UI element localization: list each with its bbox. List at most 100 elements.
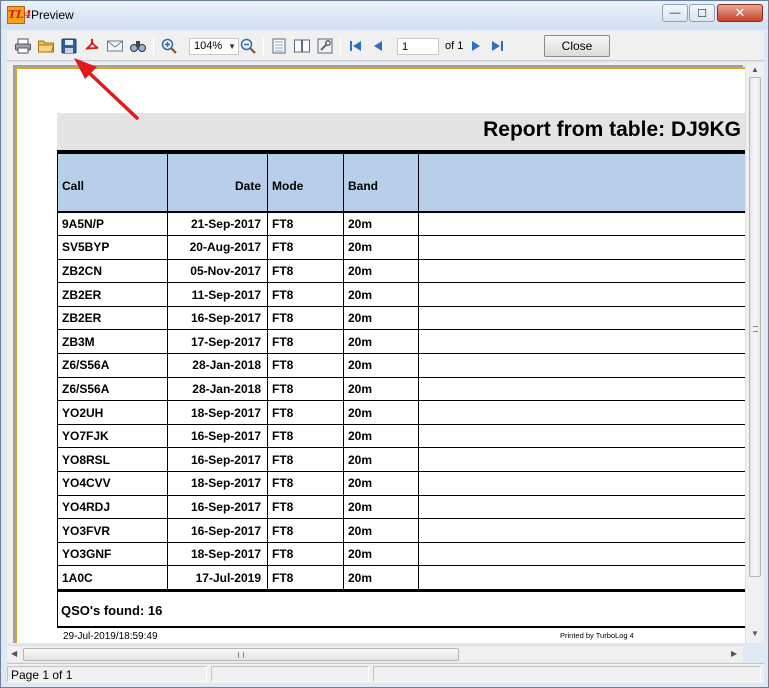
cell-mode: FT8 [267, 353, 344, 378]
last-page-icon[interactable] [487, 36, 507, 56]
cell-empty [418, 495, 747, 520]
horizontal-scrollbar[interactable]: ◀ ▶ [7, 645, 743, 662]
zoom-out-icon[interactable] [238, 36, 258, 56]
cell-band: 20m [343, 447, 419, 473]
horizontal-scroll-thumb[interactable] [23, 648, 459, 661]
cell-mode: FT8 [267, 235, 344, 260]
cell-band: 20m [343, 282, 419, 307]
cell-call: YO4RDJ [57, 495, 168, 520]
table-row: Z6/S56A 28-Jan-2018 FT8 20m [57, 377, 747, 402]
title-bar[interactable]: TL4 Preview — ☐ ✕ [1, 1, 768, 29]
toolbar-separator [263, 37, 264, 55]
zoom-in-icon[interactable] [159, 36, 179, 56]
status-cell-page: Page 1 of 1 [7, 666, 207, 682]
scroll-left-icon[interactable]: ◀ [11, 649, 17, 658]
cell-date: 16-Sep-2017 [167, 424, 268, 449]
maximize-button[interactable]: ☐ [689, 4, 715, 22]
cell-call: YO7FJK [57, 424, 168, 449]
toolbar-separator [153, 37, 154, 55]
printed-by-label: Printed by TurboLog 4 [560, 631, 634, 640]
pdf-icon[interactable] [82, 36, 102, 56]
cell-empty [418, 471, 747, 496]
minimize-button[interactable]: — [662, 4, 688, 22]
cell-mode: FT8 [267, 306, 344, 331]
prev-page-icon[interactable] [369, 36, 389, 56]
cell-empty [418, 424, 747, 449]
cell-date: 17-Jul-2019 [167, 565, 268, 590]
grip-icon [238, 652, 244, 658]
table-row: Z6/S56A 28-Jan-2018 FT8 20m [57, 353, 747, 378]
report-title-band: Report from table: DJ9KG [57, 113, 747, 151]
zoom-select[interactable]: 104% ▼ [189, 38, 239, 55]
page-number-input[interactable] [397, 38, 439, 55]
table-row: YO4CVV 18-Sep-2017 FT8 20m [57, 471, 747, 496]
email-icon[interactable] [105, 36, 125, 56]
status-cell [373, 666, 761, 682]
report-page: Report from table: DJ9KG Call Date Mode … [15, 67, 747, 643]
scroll-right-icon[interactable]: ▶ [731, 649, 737, 658]
two-pages-icon[interactable] [292, 36, 312, 56]
cell-band: 20m [343, 329, 419, 355]
cell-empty [418, 282, 747, 307]
cell-mode: FT8 [267, 471, 344, 496]
cell-mode: FT8 [267, 495, 344, 520]
cell-call: SV5BYP [57, 235, 168, 260]
vertical-scroll-thumb[interactable] [749, 77, 761, 577]
scroll-up-icon[interactable]: ▲ [751, 65, 759, 74]
cell-empty [418, 518, 747, 543]
cell-date: 21-Sep-2017 [167, 211, 268, 237]
cell-mode: FT8 [267, 282, 344, 307]
window-title: Preview [31, 8, 74, 22]
zoom-value: 104% [194, 40, 223, 52]
app-logo-icon: TL4 [7, 6, 32, 24]
find-icon[interactable] [128, 36, 148, 56]
cell-band: 20m [343, 306, 419, 331]
cell-call: YO4CVV [57, 471, 168, 496]
cell-date: 28-Jan-2018 [167, 353, 268, 378]
cell-empty [418, 565, 747, 590]
print-timestamp: 29-Jul-2019/18:59:49 [63, 631, 158, 642]
cell-mode: FT8 [267, 211, 344, 237]
scroll-down-icon[interactable]: ▼ [751, 629, 759, 638]
cell-mode: FT8 [267, 518, 344, 543]
cell-band: 20m [343, 353, 419, 378]
cell-date: 18-Sep-2017 [167, 542, 268, 567]
table-body: 9A5N/P 21-Sep-2017 FT8 20m SV5BYP 20-Aug-2017… [57, 211, 747, 590]
first-page-icon[interactable] [346, 36, 366, 56]
page-setup-icon[interactable] [269, 36, 289, 56]
column-header-empty [418, 154, 747, 213]
page-count: of 1 [445, 40, 464, 52]
save-icon[interactable] [59, 36, 79, 56]
qso-count: QSO's found: 16 [61, 603, 163, 618]
close-button[interactable]: Close [544, 35, 610, 57]
cell-band: 20m [343, 235, 419, 260]
close-window-button[interactable]: ✕ [717, 4, 763, 22]
cell-mode: FT8 [267, 447, 344, 473]
cell-band: 20m [343, 400, 419, 425]
cell-empty [418, 542, 747, 567]
cell-call: YO3FVR [57, 518, 168, 543]
cell-call: YO3GNF [57, 542, 168, 567]
table-row: YO3FVR 16-Sep-2017 FT8 20m [57, 518, 747, 543]
table-row: 1A0C 17-Jul-2019 FT8 20m [57, 565, 747, 590]
settings-icon[interactable] [315, 36, 335, 56]
column-header-date: Date [167, 154, 268, 213]
cell-empty [418, 400, 747, 425]
preview-area[interactable]: Report from table: DJ9KG Call Date Mode … [7, 63, 764, 643]
vertical-scrollbar[interactable]: ▲ ▼ [745, 63, 764, 643]
report-title: Report from table: DJ9KG [483, 118, 741, 141]
cell-date: 05-Nov-2017 [167, 259, 268, 284]
print-icon[interactable] [13, 36, 33, 56]
cell-empty [418, 306, 747, 331]
table-row: YO7FJK 16-Sep-2017 FT8 20m [57, 424, 747, 449]
cell-call: 9A5N/P [57, 211, 168, 237]
table-row: ZB3M 17-Sep-2017 FT8 20m [57, 329, 747, 355]
cell-date: 16-Sep-2017 [167, 518, 268, 543]
cell-call: ZB2CN [57, 259, 168, 284]
cell-band: 20m [343, 565, 419, 590]
cell-band: 20m [343, 518, 419, 543]
cell-call: ZB3M [57, 329, 168, 355]
table-row: ZB2ER 11-Sep-2017 FT8 20m [57, 282, 747, 307]
open-folder-icon[interactable] [36, 36, 56, 56]
next-page-icon[interactable] [465, 36, 485, 56]
